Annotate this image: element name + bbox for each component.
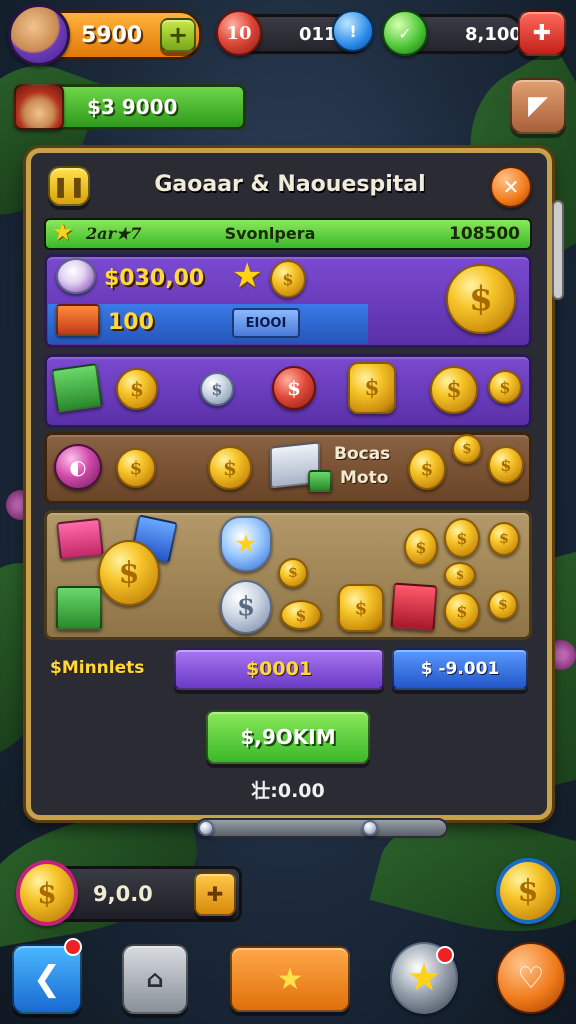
- coin-icon: $: [488, 522, 520, 556]
- red-book-icon: [390, 582, 438, 632]
- row1-button[interactable]: EIOOI: [232, 308, 300, 338]
- gift-button[interactable]: ✚: [518, 10, 566, 56]
- row1-button-label: EIOOI: [245, 315, 287, 331]
- close-button[interactable]: ✕: [490, 166, 532, 208]
- back-icon: ❮: [32, 959, 62, 999]
- panel-slider-rail: [196, 818, 448, 838]
- pause-icon: ❚❚: [52, 174, 86, 198]
- helmet-icon: [56, 258, 96, 294]
- purple-value-label: $0001: [245, 658, 313, 680]
- slider-bolt-icon: [198, 820, 214, 836]
- coin-icon: $: [208, 446, 252, 490]
- silver-coin-icon: $: [220, 580, 272, 634]
- coin-icon: $: [116, 368, 158, 410]
- slider-bolt-icon: [362, 820, 378, 836]
- heart-icon: ♡: [517, 960, 545, 996]
- ticket-value: 011: [299, 23, 337, 45]
- home-button[interactable]: ★: [230, 946, 350, 1012]
- confirm-label: $,9OKIM: [240, 725, 336, 749]
- progress-left-label: 2ar★7: [86, 224, 142, 243]
- footer-sub-value: 壮:0.00: [251, 780, 325, 802]
- menu-button[interactable]: ❚❚: [48, 166, 90, 206]
- info-icon[interactable]: !: [332, 10, 374, 52]
- shop-button[interactable]: ⌂: [122, 944, 188, 1014]
- row3-label-2: Moto: [340, 468, 389, 488]
- gift-box-icon: [56, 517, 104, 561]
- pink-token-icon: ◐: [54, 444, 102, 490]
- coin-stack-icon: $: [338, 584, 384, 632]
- coin-icon: $: [444, 518, 480, 558]
- coin-icon: $: [408, 448, 446, 490]
- wallet-value: 9,0.0: [93, 882, 153, 906]
- plus-icon: +: [167, 21, 189, 49]
- coin-icon: $: [116, 448, 156, 488]
- blue-value-button[interactable]: $ -9.001: [392, 648, 528, 690]
- coins-value: 5900: [81, 22, 143, 48]
- coin-icon: $: [430, 366, 478, 414]
- coin-icon: $: [16, 860, 78, 926]
- coin-shortcut-button[interactable]: $: [496, 858, 560, 924]
- footer-label: $Minnlets: [50, 658, 145, 678]
- check-icon: ✓: [382, 10, 428, 56]
- wallet-add-button[interactable]: ✚: [194, 872, 236, 916]
- shop-icon: ⌂: [146, 965, 164, 993]
- red-coin-icon: $: [272, 366, 316, 410]
- purple-value-button[interactable]: $0001: [174, 648, 384, 690]
- notification-dot: [64, 938, 82, 956]
- row1-amount: $030,00: [104, 266, 205, 291]
- blue-value-label: $ -9.001: [420, 659, 500, 679]
- big-coin-icon: $: [446, 264, 516, 334]
- coin-icon: $: [404, 528, 438, 566]
- toolbox-icon: [56, 304, 100, 336]
- gift-icon: ✚: [532, 20, 552, 46]
- panel-scrollbar[interactable]: [552, 200, 564, 300]
- silver-coin-icon: $: [200, 372, 234, 406]
- star-icon: ★: [276, 961, 304, 997]
- close-icon: ✕: [502, 175, 520, 199]
- progress-center-label: Svonlpera: [224, 224, 316, 243]
- panel-title: Gaoaar & Naouespital: [154, 172, 426, 197]
- character-portrait-icon: [14, 84, 64, 130]
- progress-right-value: 108500: [449, 224, 520, 244]
- coin-icon: $: [452, 434, 482, 464]
- star-icon: ★: [232, 256, 263, 296]
- gem-value: 8,100: [465, 23, 522, 45]
- confirm-button[interactable]: $,9OKIM: [206, 710, 370, 764]
- coin-stack-icon: $: [348, 362, 396, 414]
- big-coin-icon: $: [98, 540, 160, 606]
- cash-stack-icon: [51, 363, 103, 413]
- cash-value: $3 9000: [87, 95, 178, 119]
- coin-icon: $: [280, 600, 322, 630]
- coin-icon: $: [488, 370, 522, 404]
- green-cube-icon: [56, 586, 102, 630]
- star-icon: ★: [408, 958, 440, 998]
- coin-icon: $: [444, 592, 480, 630]
- pencil-icon: ◤: [528, 91, 548, 121]
- green-ticket-icon: [308, 470, 332, 492]
- row1-sub-amount: 100: [108, 310, 154, 335]
- coin-icon: $: [488, 446, 524, 484]
- coin-icon: $: [444, 562, 476, 588]
- coin-icon: $: [278, 558, 308, 588]
- coin-icon: $: [488, 590, 518, 620]
- heart-button[interactable]: ♡: [496, 942, 566, 1014]
- pirate-avatar-icon[interactable]: [8, 4, 70, 66]
- notification-dot: [436, 946, 454, 964]
- plus-icon: ✚: [206, 882, 224, 906]
- star-icon: ★: [52, 218, 74, 246]
- ticket-icon: 10: [216, 10, 262, 56]
- coin-icon: $: [270, 260, 306, 298]
- edit-button[interactable]: ◤: [510, 78, 566, 134]
- row3-label-1: Bocas: [334, 444, 391, 464]
- add-coins-button[interactable]: +: [160, 18, 196, 52]
- shield-icon: ★: [220, 516, 272, 572]
